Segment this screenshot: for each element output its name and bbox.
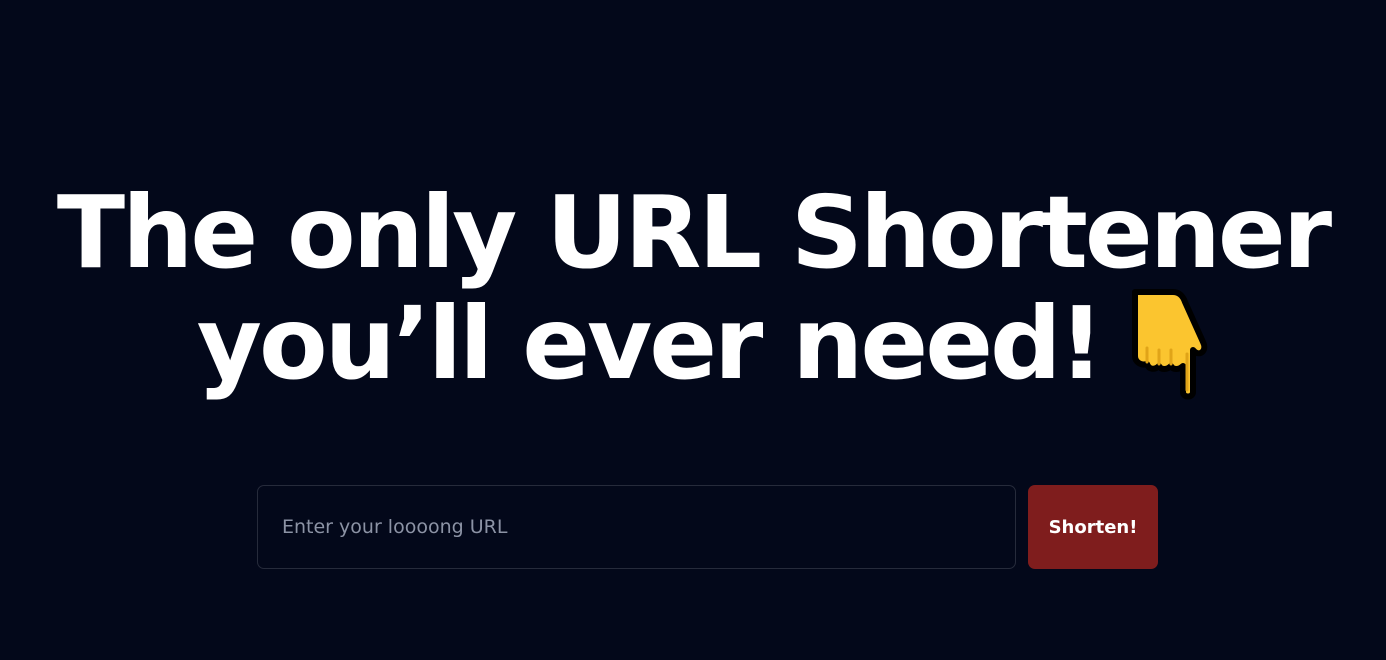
headline-line-2-wrap: you’ll ever need! bbox=[0, 288, 1386, 400]
headline-line-2: you’ll ever need! bbox=[196, 285, 1104, 402]
shorten-form: Shorten! bbox=[257, 485, 1158, 569]
shorten-button[interactable]: Shorten! bbox=[1028, 485, 1158, 569]
headline-line-1: The only URL Shortener bbox=[56, 174, 1332, 291]
pointing-down-hand-icon bbox=[1127, 288, 1213, 400]
hero-section: The only URL Shortener you’ll ever need! bbox=[0, 178, 1386, 400]
url-input[interactable] bbox=[257, 485, 1016, 569]
headline: The only URL Shortener you’ll ever need! bbox=[0, 178, 1386, 400]
